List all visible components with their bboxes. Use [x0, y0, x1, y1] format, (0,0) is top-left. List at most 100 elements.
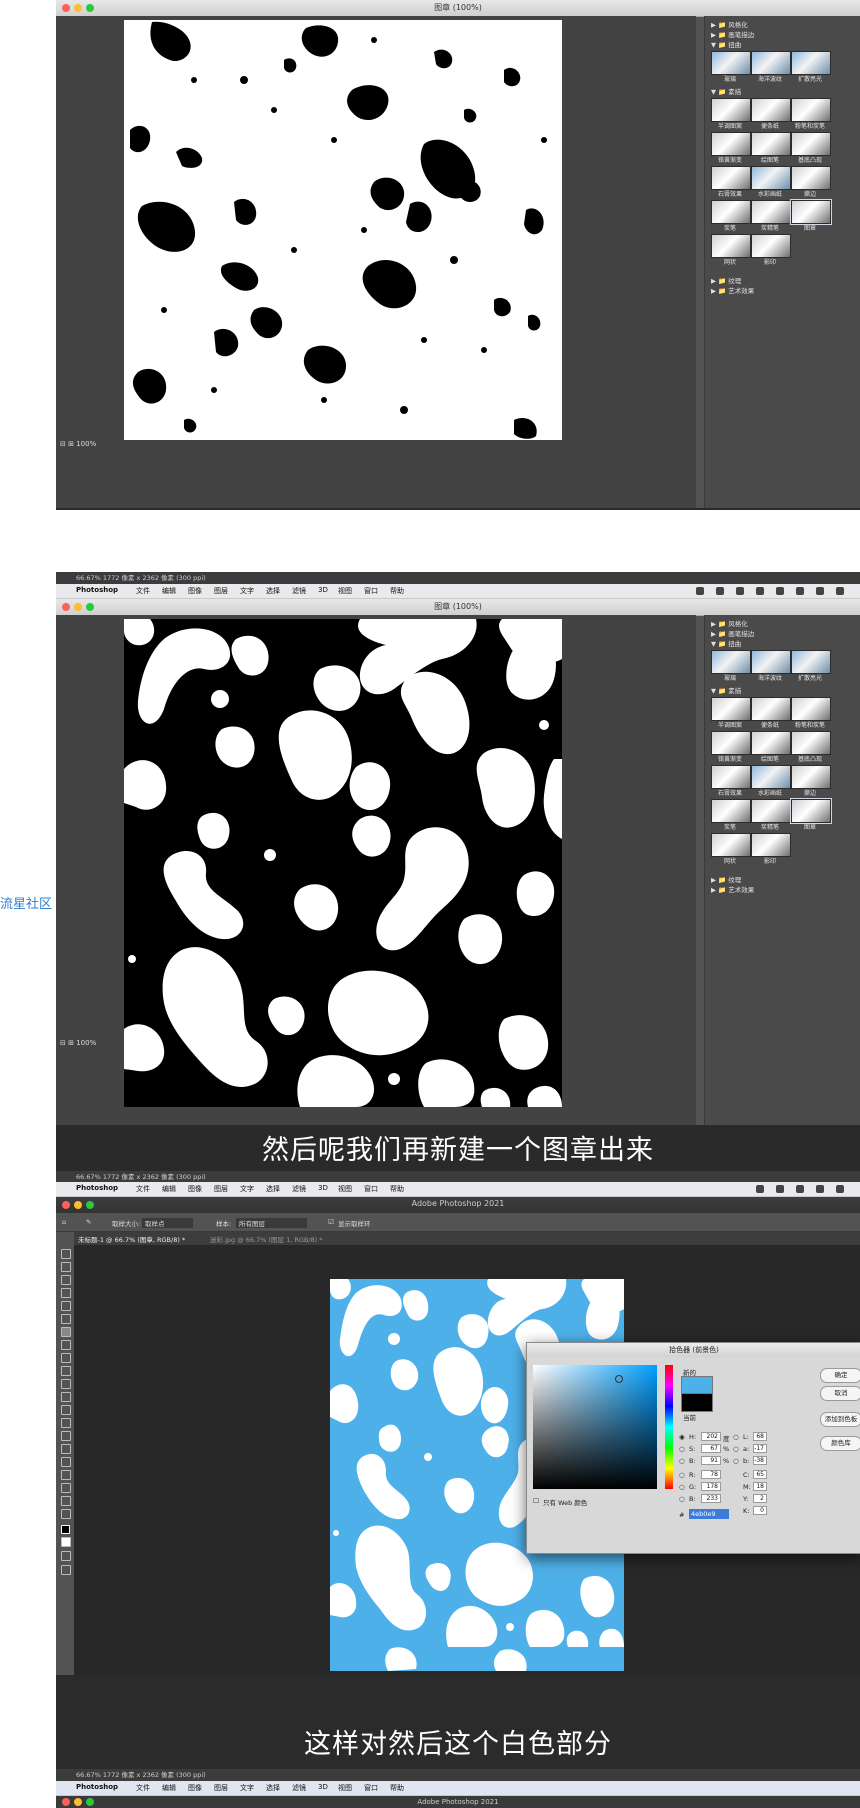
menu-edit[interactable]: 编辑 — [162, 1184, 176, 1194]
menu-filter[interactable]: 滤镜 — [292, 1184, 306, 1194]
filter-thumb[interactable] — [751, 833, 791, 857]
web-only-checkbox[interactable]: ☐ — [533, 1497, 539, 1505]
zoom-control[interactable]: ⊟ ⊞ 100% — [60, 1039, 96, 1047]
menu-3d[interactable]: 3D — [318, 1783, 328, 1791]
h-input[interactable]: 202 — [701, 1432, 721, 1441]
menu-type[interactable]: 文字 — [240, 1184, 254, 1194]
filter-thumb[interactable] — [711, 765, 751, 789]
menu-view[interactable]: 视图 — [338, 1783, 352, 1793]
filter-thumb-ocean-ripple[interactable] — [751, 650, 791, 674]
filter-thumb[interactable] — [711, 731, 751, 755]
sample-select[interactable]: 所有图层 — [236, 1218, 307, 1228]
filter-thumb[interactable] — [711, 697, 751, 721]
category-stylize[interactable]: ▶ 📁 风格化 — [711, 618, 748, 628]
saturation-brightness-field[interactable] — [533, 1365, 657, 1489]
tray-icon[interactable] — [756, 1185, 764, 1193]
menu-filter[interactable]: 滤镜 — [292, 1783, 306, 1793]
filter-thumb[interactable] — [751, 132, 791, 156]
menu-file[interactable]: 文件 — [136, 1783, 150, 1793]
r-input[interactable]: 78 — [701, 1470, 721, 1479]
hand-tool-icon[interactable] — [61, 1496, 71, 1506]
eraser-tool-icon[interactable] — [61, 1392, 71, 1402]
filter-thumb[interactable] — [711, 132, 751, 156]
rectangle-tool-icon[interactable] — [61, 1483, 71, 1493]
a-input[interactable]: -17 — [753, 1444, 767, 1453]
menu-filter[interactable]: 滤镜 — [292, 586, 306, 596]
menu-layer[interactable]: 图层 — [214, 586, 228, 596]
filter-thumb[interactable] — [751, 98, 791, 122]
l-input[interactable]: 68 — [753, 1432, 767, 1441]
filter-thumb[interactable] — [751, 234, 791, 258]
filter-thumb[interactable] — [791, 697, 831, 721]
filter-thumb-stamp-selected[interactable] — [790, 199, 832, 225]
menu-type[interactable]: 文字 — [240, 1783, 254, 1793]
screen-mode-icon[interactable] — [61, 1565, 71, 1575]
g-radio[interactable]: ○ — [679, 1483, 685, 1491]
filter-thumb[interactable] — [791, 731, 831, 755]
filter-thumb-diffuse-glow[interactable] — [791, 51, 831, 75]
current-color-swatch[interactable] — [681, 1393, 713, 1412]
m-input[interactable]: 18 — [753, 1482, 767, 1491]
filter-thumb-stamp-selected[interactable] — [790, 798, 832, 824]
hex-input[interactable]: 4eb0e9 — [689, 1509, 729, 1519]
show-ring-checkbox[interactable]: ☑ — [328, 1218, 334, 1226]
tray-icon[interactable] — [836, 1185, 844, 1193]
menu-edit[interactable]: 编辑 — [162, 1783, 176, 1793]
category-sketch[interactable]: ▼ 📁 素描 — [711, 86, 741, 96]
b-radio[interactable]: ○ — [679, 1457, 685, 1465]
menu-photoshop[interactable]: Photoshop — [76, 1783, 118, 1791]
add-to-swatches-button[interactable]: 添加到色板 — [820, 1412, 860, 1427]
gradient-tool-icon[interactable] — [61, 1405, 71, 1415]
color-picker-cursor[interactable] — [615, 1375, 623, 1383]
background-color-swatch[interactable] — [61, 1537, 71, 1547]
s-radio[interactable]: ○ — [679, 1445, 685, 1453]
home-icon[interactable]: ⌂ — [62, 1218, 66, 1226]
filter-thumb[interactable] — [791, 98, 831, 122]
zoom-in-button[interactable]: ⊞ — [68, 440, 74, 448]
y-input[interactable]: 2 — [753, 1494, 767, 1503]
tray-icon[interactable] — [716, 587, 724, 595]
menu-image[interactable]: 图像 — [188, 1184, 202, 1194]
menu-help[interactable]: 帮助 — [390, 1184, 404, 1194]
g-input[interactable]: 178 — [701, 1482, 721, 1491]
tray-icon[interactable] — [796, 587, 804, 595]
menu-photoshop[interactable]: Photoshop — [76, 1184, 118, 1192]
tray-icon[interactable] — [776, 587, 784, 595]
marquee-tool-icon[interactable] — [61, 1262, 71, 1272]
s-input[interactable]: 67 — [701, 1444, 721, 1453]
l-radio[interactable]: ○ — [733, 1433, 739, 1441]
menu-window[interactable]: 窗口 — [364, 1783, 378, 1793]
zoom-out-button[interactable]: ⊟ — [60, 440, 66, 448]
crop-tool-icon[interactable] — [61, 1301, 71, 1311]
path-selection-tool-icon[interactable] — [61, 1470, 71, 1480]
category-sketch[interactable]: ▼ 📁 素描 — [711, 685, 741, 695]
menu-help[interactable]: 帮助 — [390, 586, 404, 596]
category-artistic[interactable]: ▶ 📁 艺术效果 — [711, 884, 754, 894]
menu-view[interactable]: 视图 — [338, 586, 352, 596]
filter-thumb[interactable] — [711, 166, 751, 190]
foreground-color-swatch[interactable] — [61, 1525, 70, 1534]
filter-thumb[interactable] — [711, 799, 751, 823]
frame-tool-icon[interactable] — [61, 1314, 71, 1324]
menu-help[interactable]: 帮助 — [390, 1783, 404, 1793]
filter-thumb[interactable] — [711, 98, 751, 122]
eyedropper-icon[interactable]: ✎ — [86, 1218, 91, 1226]
zoom-control[interactable]: ⊟ ⊞ 100% — [60, 440, 96, 448]
category-artistic[interactable]: ▶ 📁 艺术效果 — [711, 285, 754, 295]
filter-thumb[interactable] — [791, 132, 831, 156]
filter-thumb-glass[interactable] — [711, 51, 751, 75]
move-tool-icon[interactable] — [61, 1249, 71, 1259]
filter-thumb[interactable] — [751, 799, 791, 823]
sample-size-select[interactable]: 取样点 — [142, 1218, 193, 1228]
category-texture[interactable]: ▶ 📁 纹理 — [711, 874, 741, 884]
filter-thumb[interactable] — [751, 731, 791, 755]
tray-icon[interactable] — [776, 1185, 784, 1193]
menu-select[interactable]: 选择 — [266, 1184, 280, 1194]
blur-tool-icon[interactable] — [61, 1418, 71, 1428]
menu-select[interactable]: 选择 — [266, 1783, 280, 1793]
category-distort[interactable]: ▼ 📁 扭曲 — [711, 638, 741, 648]
filter-thumb[interactable] — [791, 765, 831, 789]
filter-thumb[interactable] — [751, 697, 791, 721]
menu-edit[interactable]: 编辑 — [162, 586, 176, 596]
menu-photoshop[interactable]: Photoshop — [76, 586, 118, 594]
